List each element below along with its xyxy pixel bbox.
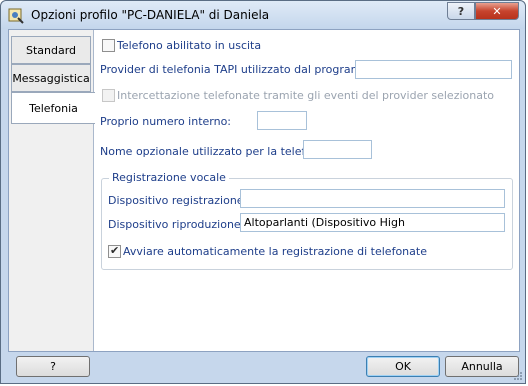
provider-label: Provider di telefonia TAPI utilizzato da… [100, 63, 383, 76]
optional-name-field[interactable] [303, 140, 372, 159]
profile-settings-icon [8, 8, 24, 24]
profile-options-dialog: Opzioni profilo "PC-DANIELA" di Daniela … [0, 0, 526, 384]
optional-name-label: Nome opzionale utilizzato per la telefon… [100, 145, 333, 158]
tab-column: Standard Messaggistica Telefonia [9, 30, 95, 351]
titlebar-help-button[interactable]: ? [447, 2, 475, 20]
phone-enabled-label: Telefono abilitato in uscita [117, 39, 262, 52]
auto-record-checkbox[interactable] [108, 244, 121, 258]
title-bar: Opzioni profilo "PC-DANIELA" di Daniela … [1, 1, 525, 29]
phone-enabled-checkbox[interactable] [102, 39, 115, 52]
tab-messaggistica[interactable]: Messaggistica [11, 64, 91, 92]
intercept-checkbox[interactable] [102, 89, 115, 102]
help-button[interactable]: ? [16, 356, 90, 377]
play-device-label: Dispositivo riproduzione: [108, 218, 245, 231]
tab-messaggistica-label: Messaggistica [12, 71, 90, 85]
intercept-label: Intercettazione telefonate tramite gli e… [117, 89, 495, 102]
close-button[interactable]: ✕ [475, 2, 519, 20]
auto-record-label: Avviare automaticamente la registrazione… [123, 245, 427, 258]
voice-recording-group-title: Registrazione vocale [109, 171, 229, 184]
cancel-button-label: Annulla [461, 360, 503, 373]
provider-field[interactable] [355, 60, 512, 79]
tab-telefonia-label: Telefonia [29, 101, 78, 115]
cancel-button[interactable]: Annulla [445, 356, 519, 377]
tab-standard[interactable]: Standard [11, 36, 91, 64]
record-device-field[interactable] [240, 189, 505, 208]
internal-number-field[interactable] [257, 111, 307, 130]
help-button-label: ? [50, 360, 56, 373]
ok-button-label: OK [395, 360, 411, 373]
play-device-field[interactable]: Altoparlanti (Dispositivo High [240, 213, 505, 232]
tab-standard-label: Standard [25, 43, 77, 57]
resize-grip-icon[interactable] [513, 371, 523, 381]
help-icon: ? [457, 4, 465, 18]
internal-number-label: Proprio numero interno: [100, 115, 232, 128]
record-device-label: Dispositivo registrazione: [108, 194, 248, 207]
close-icon: ✕ [492, 4, 502, 18]
ok-button[interactable]: OK [366, 356, 440, 377]
dialog-content: Standard Messaggistica Telefonia Telefon… [8, 29, 520, 352]
window-title: Opzioni profilo "PC-DANIELA" di Daniela [31, 8, 270, 22]
tab-telefonia[interactable]: Telefonia [11, 92, 95, 124]
